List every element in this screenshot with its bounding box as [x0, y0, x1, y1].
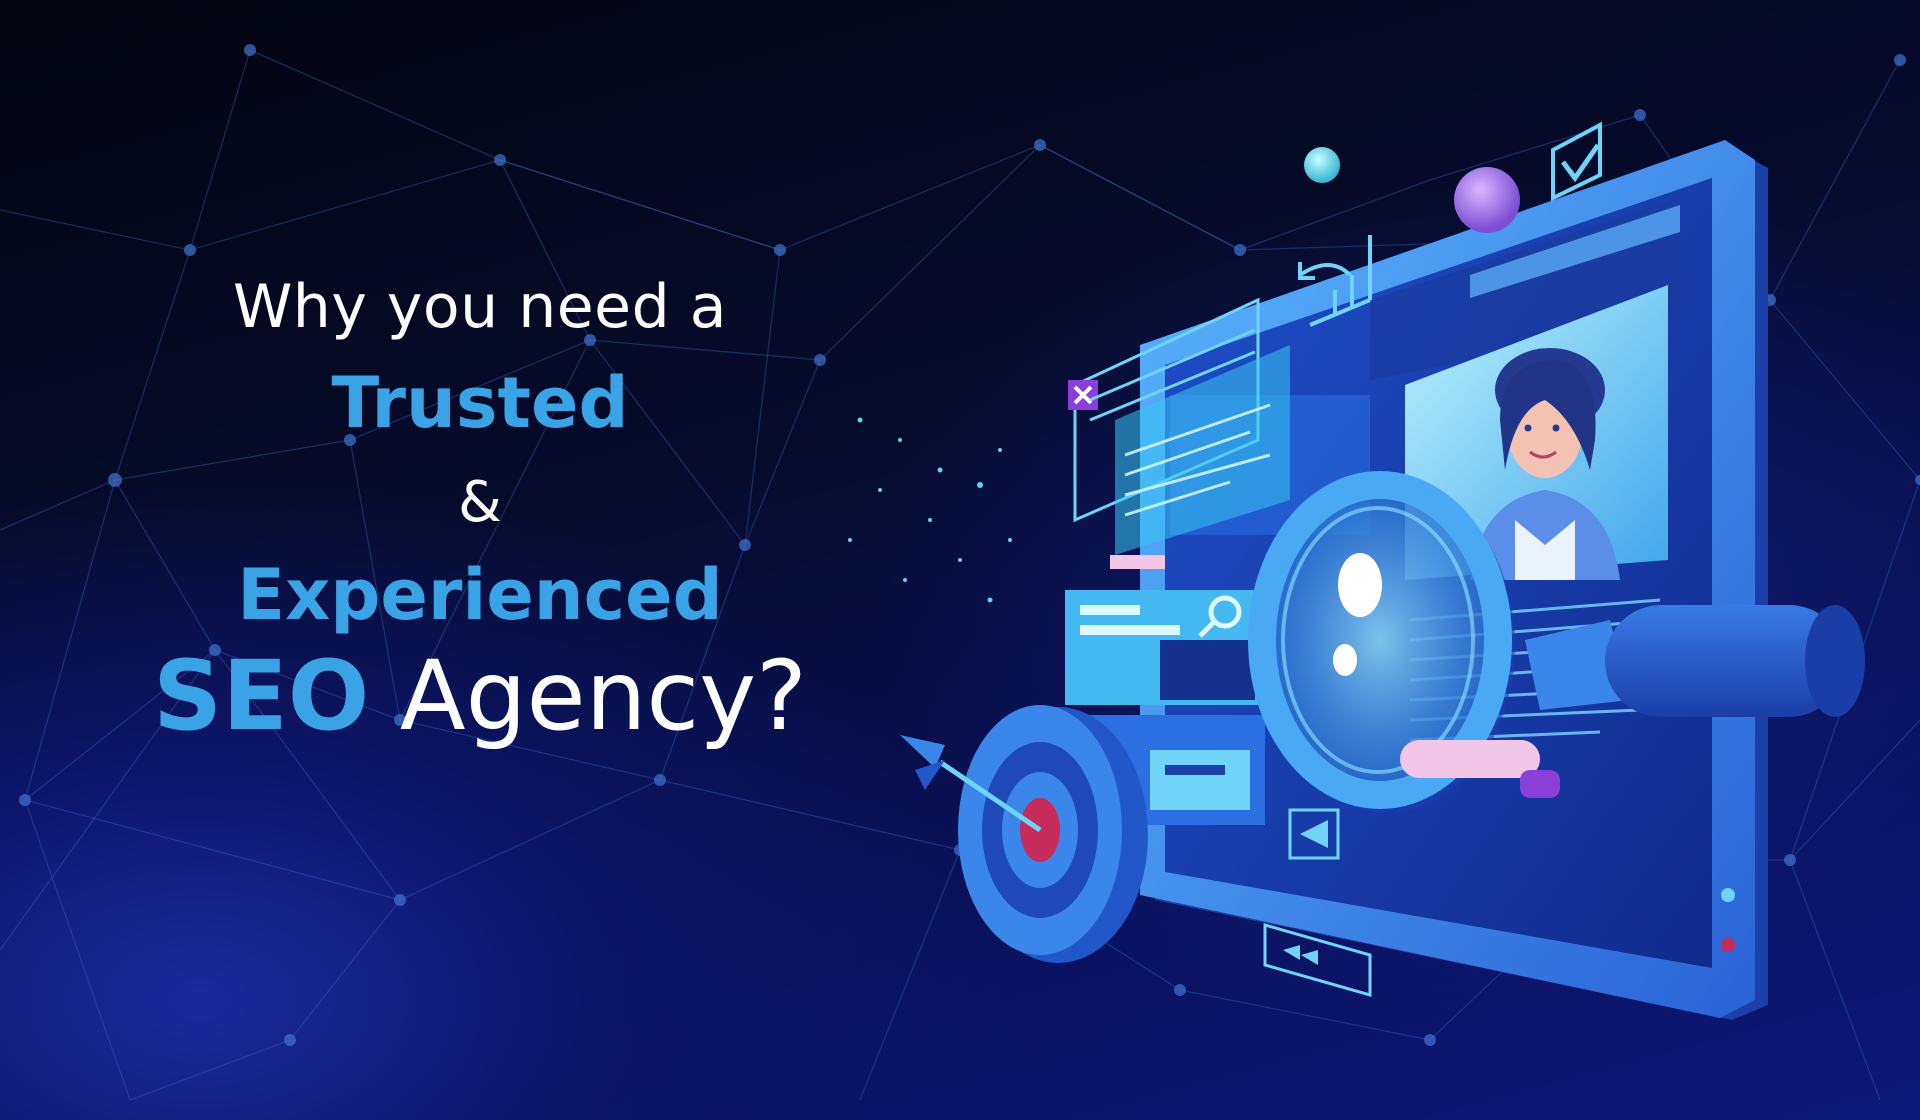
headline-line-1: Why you need a: [232, 272, 728, 342]
purple-orb: [1454, 167, 1520, 233]
headline-seo-keyword: SEO: [153, 640, 370, 752]
indicator-light: [1721, 938, 1735, 952]
indicator-light: [1721, 888, 1735, 902]
cyan-orb: [1304, 147, 1340, 183]
target-icon: [958, 705, 1148, 963]
headline-seo-agency: SEO Agency?: [0, 640, 960, 752]
headline-experienced: Experienced: [237, 554, 723, 636]
hero-banner: Why you need a Trusted & Experienced SEO…: [0, 0, 1920, 1120]
headline-trusted: Trusted: [331, 362, 629, 444]
close-icon: [1068, 380, 1098, 410]
headline-ampersand: &: [458, 470, 502, 535]
headline-agency: Agency?: [399, 640, 807, 752]
